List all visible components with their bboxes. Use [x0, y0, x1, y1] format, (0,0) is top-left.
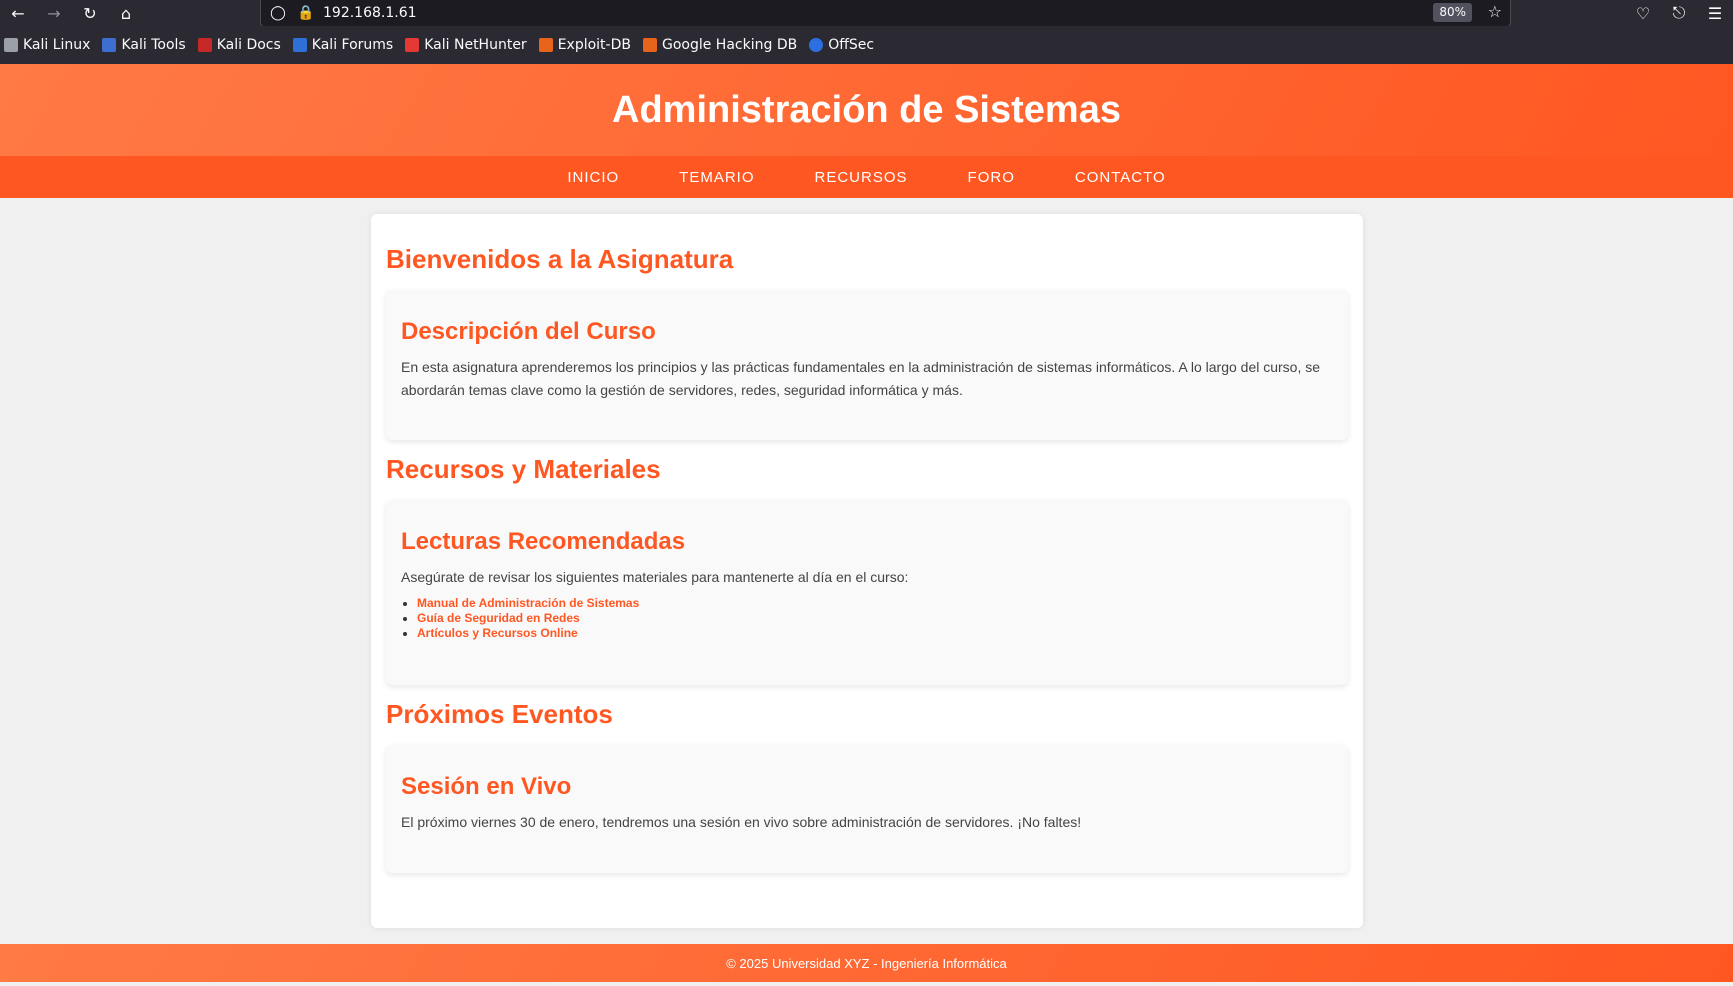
bookmark-label: Kali Linux: [23, 37, 91, 53]
bookmark-label: Kali Forums: [311, 37, 394, 53]
list-item: Manual de Administración de Sistemas: [417, 596, 1333, 611]
nav-link-temario[interactable]: TEMARIO: [679, 169, 754, 186]
card-title-descripcion: Descripción del Curso: [401, 318, 656, 345]
bookmark-label: OffSec: [828, 37, 875, 53]
kali-nethunter-favicon-icon: [405, 38, 420, 52]
card-descripcion: Descripción del Curso En esta asignatura…: [386, 290, 1348, 440]
bookmark-kali-linux[interactable]: Kali Linux: [4, 37, 90, 53]
home-icon[interactable]: ⌂: [108, 0, 144, 26]
offsec-favicon-icon: [809, 38, 824, 52]
card-title-sesion: Sesión en Vivo: [401, 773, 572, 800]
url-text[interactable]: 192.168.1.61: [323, 5, 417, 21]
bookmark-kali-nethunter[interactable]: Kali NetHunter: [405, 37, 527, 53]
nav-link-recursos[interactable]: RECURSOS: [815, 169, 908, 186]
bookmarks-bar: Kali Linux Kali Tools Kali Docs Kali For…: [0, 26, 1733, 64]
reading-list: Manual de Administración de Sistemas Guí…: [401, 596, 1333, 641]
lock-icon[interactable]: 🔒: [295, 5, 317, 21]
arrow-right-icon[interactable]: →: [36, 0, 72, 26]
web-page: Administración de Sistemas INICIO TEMARI…: [0, 64, 1733, 986]
site-footer: © 2025 Universidad XYZ - Ingeniería Info…: [0, 944, 1733, 982]
main-content: Bienvenidos a la Asignatura Descripción …: [371, 214, 1363, 928]
bookmark-label: Kali Docs: [216, 37, 281, 53]
nav-link-foro[interactable]: FORO: [968, 169, 1015, 186]
star-icon[interactable]: ☆: [1488, 2, 1502, 21]
link-manual-administracion[interactable]: Manual de Administración de Sistemas: [417, 596, 639, 610]
card-text-lecturas: Asegúrate de revisar los siguientes mate…: [401, 569, 909, 585]
extensions-icon[interactable]: ⎋: [1661, 0, 1697, 26]
kali-tools-favicon-icon: [102, 38, 117, 52]
link-articulos-recursos[interactable]: Artículos y Recursos Online: [417, 626, 578, 640]
site-nav: INICIO TEMARIO RECURSOS FORO CONTACTO: [0, 156, 1733, 198]
arrow-left-icon[interactable]: ←: [0, 0, 36, 26]
right-toolbar: ♡ ⎋ ☰: [1625, 0, 1733, 26]
card-lecturas: Lecturas Recomendadas Asegúrate de revis…: [386, 500, 1348, 685]
nav-link-inicio[interactable]: INICIO: [567, 169, 619, 186]
card-title-lecturas: Lecturas Recomendadas: [401, 528, 686, 555]
site-title: Administración de Sistemas: [612, 88, 1121, 131]
google-hacking-db-favicon-icon: [642, 38, 657, 52]
nav-link-contacto[interactable]: CONTACTO: [1075, 169, 1166, 186]
section-title-recursos: Recursos y Materiales: [386, 454, 661, 484]
card-text-descripcion: En esta asignatura aprenderemos los prin…: [401, 359, 1321, 398]
reload-icon[interactable]: ↻: [72, 0, 108, 26]
section-title-eventos: Próximos Eventos: [386, 699, 613, 729]
card-text-sesion: El próximo viernes 30 de enero, tendremo…: [401, 814, 1082, 830]
kali-linux-favicon-icon: [4, 38, 18, 52]
section-title-bienvenidos: Bienvenidos a la Asignatura: [386, 244, 734, 274]
bookmark-label: Google Hacking DB: [661, 37, 798, 53]
bookmark-label: Kali NetHunter: [424, 37, 527, 53]
list-item: Guía de Seguridad en Redes: [417, 611, 1333, 626]
footer-text: © 2025 Universidad XYZ - Ingeniería Info…: [726, 955, 1007, 971]
kali-forums-favicon-icon: [292, 38, 307, 52]
shield-icon[interactable]: ◯: [267, 5, 289, 21]
bookmark-kali-docs[interactable]: Kali Docs: [197, 37, 281, 53]
list-item: Artículos y Recursos Online: [417, 626, 1333, 641]
bookmark-offsec[interactable]: OffSec: [809, 37, 874, 53]
url-bar[interactable]: ◯ 🔒 192.168.1.61 80% ☆: [260, 0, 1511, 27]
pocket-icon[interactable]: ♡: [1625, 0, 1661, 26]
site-header: Administración de Sistemas: [0, 64, 1733, 156]
bookmark-kali-forums[interactable]: Kali Forums: [292, 37, 394, 53]
bookmark-kali-tools[interactable]: Kali Tools: [102, 37, 186, 53]
zoom-indicator[interactable]: 80%: [1433, 3, 1472, 22]
exploit-db-favicon-icon: [538, 38, 553, 52]
bookmark-label: Exploit-DB: [557, 37, 631, 53]
kali-docs-favicon-icon: [197, 38, 212, 52]
bookmark-google-hacking-db[interactable]: Google Hacking DB: [642, 37, 798, 53]
bookmark-exploit-db[interactable]: Exploit-DB: [538, 37, 631, 53]
browser-toolbar: ← → ↻ ⌂ ◯ 🔒 192.168.1.61 80% ☆ ♡ ⎋ ☰: [0, 0, 1733, 27]
menu-icon[interactable]: ☰: [1697, 0, 1733, 26]
card-sesion: Sesión en Vivo El próximo viernes 30 de …: [386, 745, 1348, 873]
bookmark-label: Kali Tools: [121, 37, 186, 53]
link-guia-seguridad[interactable]: Guía de Seguridad en Redes: [417, 611, 580, 625]
